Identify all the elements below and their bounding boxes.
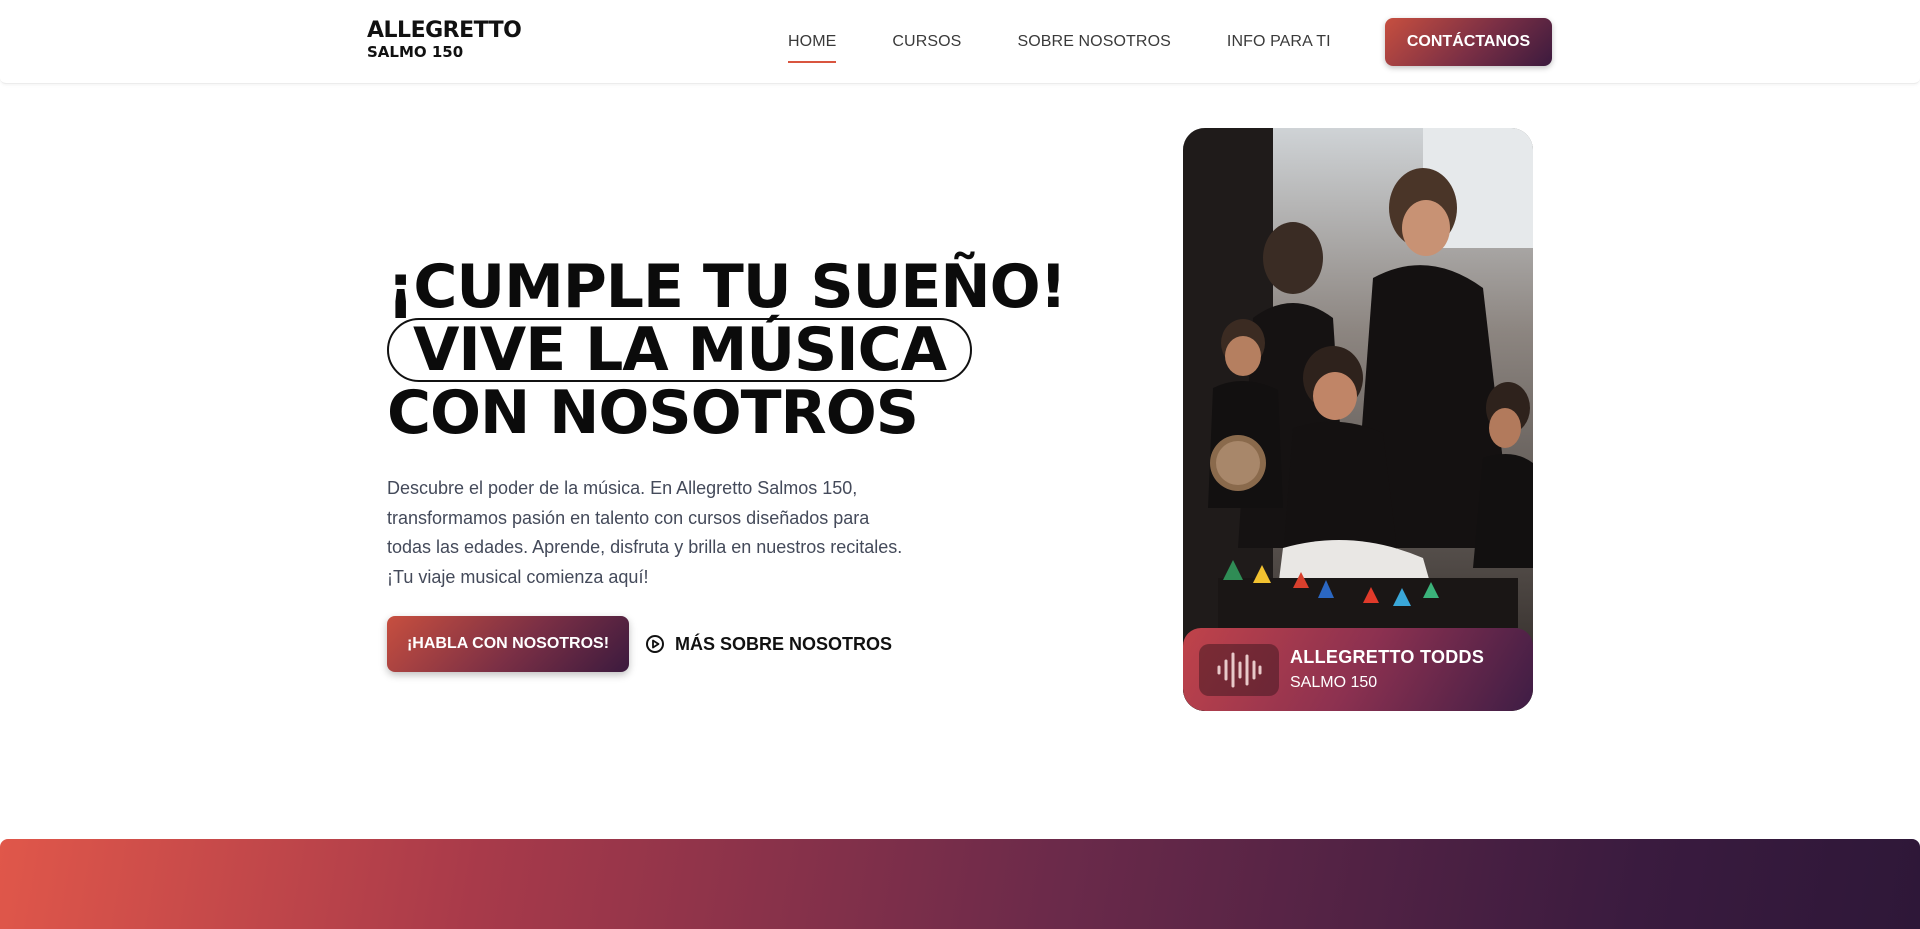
nav-item-sobre-nosotros[interactable]: SOBRE NOSOTROS [1017, 18, 1170, 66]
nav-item-cursos[interactable]: CURSOS [892, 18, 961, 66]
hero-title-line-2-pill: VIVE LA MÚSICA [387, 318, 973, 382]
more-about-us-link[interactable]: MÁS SOBRE NOSOTROS [645, 628, 892, 660]
main-nav: HOME CURSOS SOBRE NOSOTROS INFO PARA TI [788, 18, 1331, 66]
brand-name: ALLEGRETTO [367, 18, 522, 43]
sound-wave-icon [1199, 644, 1279, 696]
hero-photo-card: ALLEGRETTO TODDS SALMO 150 [1183, 128, 1533, 711]
hero-description: Descubre el poder de la música. En Alleg… [387, 478, 903, 587]
hero-title-line-3: CON NOSOTROS [387, 378, 919, 448]
caption-subtitle: SALMO 150 [1290, 674, 1378, 691]
photo-caption-card: ALLEGRETTO TODDS SALMO 150 [1183, 628, 1533, 711]
nav-item-info-para-ti[interactable]: INFO PARA TI [1227, 18, 1331, 66]
nav-item-home[interactable]: HOME [788, 18, 837, 66]
play-circle-icon [645, 634, 665, 654]
more-about-us-label: MÁS SOBRE NOSOTROS [675, 633, 893, 654]
top-navigation-bar: ALLEGRETTO SALMO 150 HOME CURSOS SOBRE N… [0, 0, 1920, 84]
hero-title: ¡CUMPLE TU SUEÑO! VIVE LA MÚSICA CON NOS… [387, 252, 1067, 448]
caption-title: ALLEGRETTO TODDS [1290, 647, 1485, 667]
brand-logo[interactable]: ALLEGRETTO SALMO 150 [367, 18, 522, 62]
children-music-class-photo [1183, 128, 1533, 711]
hero-title-line-1: ¡CUMPLE TU SUEÑO! [387, 252, 1067, 322]
talk-to-us-button[interactable]: ¡HABLA CON NOSOTROS! [387, 616, 629, 672]
brand-subtitle: SALMO 150 [367, 43, 464, 61]
contact-button[interactable]: CONTÁCTANOS [1385, 18, 1552, 66]
gradient-section-band [0, 839, 1920, 929]
